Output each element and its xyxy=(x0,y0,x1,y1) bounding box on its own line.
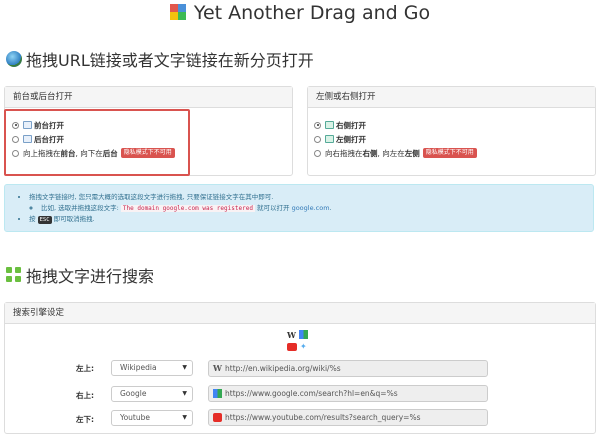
option-foreground[interactable]: 前台打开 xyxy=(12,118,175,132)
esc-key: ESC xyxy=(37,216,52,224)
row-label: 左下: xyxy=(76,415,94,424)
engine-select[interactable]: Youtube ▼ xyxy=(111,410,193,426)
left-options: 前台打开 后台打开 向上拖拽在 前台, 向下在 后台 隐私模式下不可用 xyxy=(12,118,175,160)
google-icon xyxy=(299,330,308,339)
tab-right-icon xyxy=(325,121,334,129)
globe-icon xyxy=(6,51,22,67)
google-icon xyxy=(213,389,222,398)
option-drag-direction[interactable]: 向上拖拽在 前台, 向下在 后台 隐私模式下不可用 xyxy=(12,146,175,160)
app-logo-icon xyxy=(169,4,186,20)
option-left[interactable]: 左侧打开 xyxy=(314,132,477,146)
wikipedia-icon: W xyxy=(287,330,296,340)
section-heading-open-links: 拖拽URL链接或者文字链接在新分页打开 xyxy=(6,47,314,71)
info-sub-list: 比如, 选取并拖拽这段文字: The domain google.com was… xyxy=(29,203,583,214)
section-heading-search: 拖拽文字进行搜索 xyxy=(6,263,154,287)
engine-select[interactable]: Wikipedia ▼ xyxy=(111,360,193,376)
wikipedia-icon: W xyxy=(213,363,222,373)
row-label: 左上: xyxy=(76,364,94,373)
info-line: 拖拽文字链接时, 您只需大概的选取这段文字进行拖拽, 只要保证链接文字在其中即可… xyxy=(29,192,583,203)
engine-preview-grid: W ✦ xyxy=(287,330,311,354)
app-title-text: Yet Another Drag and Go xyxy=(193,2,431,24)
panel-title: 左侧或右侧打开 xyxy=(308,87,595,108)
tab-left-icon xyxy=(325,135,334,143)
radio-button[interactable] xyxy=(314,149,321,157)
option-right[interactable]: 右侧打开 xyxy=(314,118,477,132)
option-background[interactable]: 后台打开 xyxy=(12,132,175,146)
tab-background-icon xyxy=(23,135,32,143)
engine-select[interactable]: Google ▼ xyxy=(111,386,193,402)
radio-button[interactable] xyxy=(314,135,321,143)
radio-button[interactable] xyxy=(314,121,321,129)
panel-title: 前台或后台打开 xyxy=(5,87,292,108)
radio-button[interactable] xyxy=(12,149,19,157)
incognito-unavailable-badge: 隐私模式下不可用 xyxy=(422,148,477,158)
twitter-icon: ✦ xyxy=(300,342,307,351)
app-title: Yet Another Drag and Go xyxy=(0,2,600,24)
caret-down-icon: ▼ xyxy=(182,390,187,397)
caret-down-icon: ▼ xyxy=(182,414,187,421)
option-drag-direction[interactable]: 向右拖拽在 右侧, 向左在 左侧 隐私模式下不可用 xyxy=(314,146,477,160)
caret-down-icon: ▼ xyxy=(182,364,187,371)
radio-button[interactable] xyxy=(12,121,19,129)
engine-url-input[interactable]: https://www.google.com/search?hl=en&q=%s xyxy=(208,385,488,402)
info-line-example: 比如, 选取并拖拽这段文字: The domain google.com was… xyxy=(41,203,583,214)
info-alert: 拖拽文字链接时, 您只需大概的选取这段文字进行拖拽, 只要保证链接文字在其中即可… xyxy=(4,184,594,232)
info-line-esc: 按 ESC 即可取消拖拽. xyxy=(29,214,583,226)
example-code[interactable]: The domain google.com was registered xyxy=(120,205,255,212)
engine-url-input[interactable]: Whttp://en.wikipedia.org/wiki/%s xyxy=(208,360,488,377)
row-label: 右上: xyxy=(76,391,94,400)
engine-url-input[interactable]: https://www.youtube.com/results?search_q… xyxy=(208,409,488,426)
youtube-icon xyxy=(287,343,297,351)
panel-title: 搜索引擎设定 xyxy=(5,303,595,324)
tab-foreground-icon xyxy=(23,121,32,129)
puzzle-icon xyxy=(6,267,22,283)
radio-button[interactable] xyxy=(12,135,19,143)
right-options: 右侧打开 左侧打开 向右拖拽在 右侧, 向左在 左侧 隐私模式下不可用 xyxy=(314,118,477,160)
incognito-unavailable-badge: 隐私模式下不可用 xyxy=(120,148,175,158)
youtube-icon xyxy=(213,413,222,422)
google-link[interactable]: google.com xyxy=(292,204,330,212)
